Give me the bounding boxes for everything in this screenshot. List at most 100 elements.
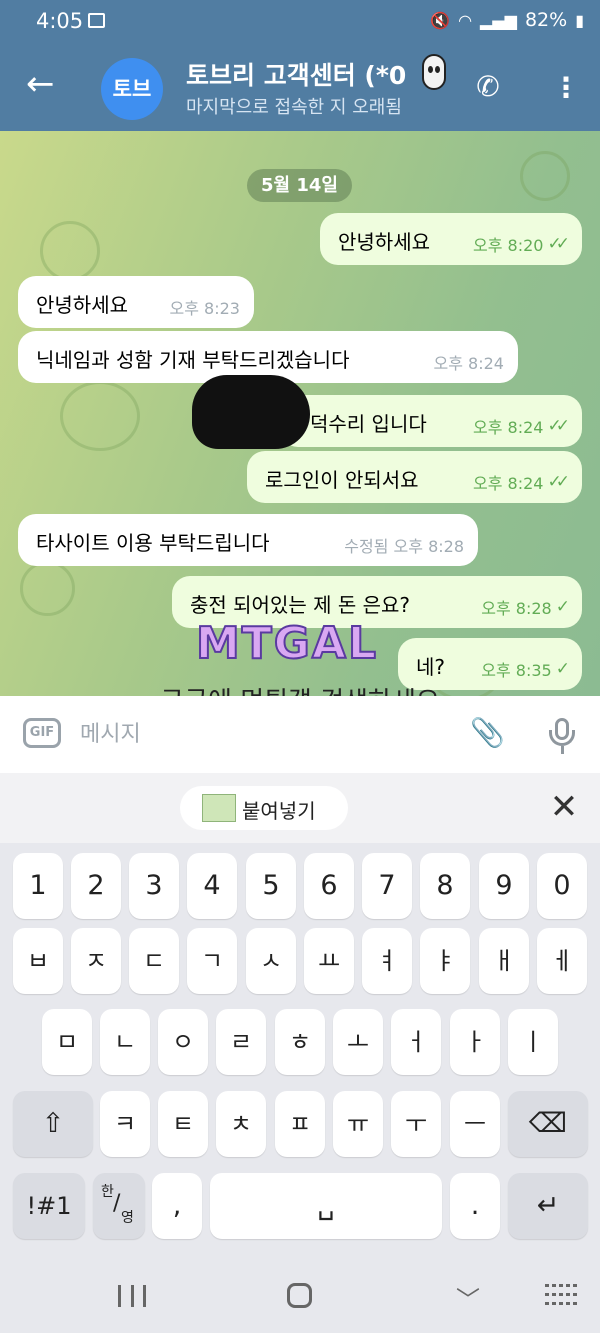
- system-navigation-bar: ﹀: [0, 1258, 600, 1333]
- message-list[interactable]: 5월 14일 안녕하세요 오후 8:20 ✓✓ 안녕하세요 오후 8:23 닉네…: [0, 131, 600, 696]
- double-check-icon: ✓✓: [547, 416, 570, 436]
- message-meta: 수정됨 오후 8:28: [344, 533, 464, 557]
- avatar[interactable]: 토브: [101, 58, 163, 120]
- message-text: 로그인이 안되서요: [265, 468, 419, 492]
- double-check-icon: ✓✓: [547, 234, 570, 254]
- keyboard-toolbar: 붙여넣기 ✕: [0, 773, 600, 843]
- key-jamo[interactable]: ㅛ: [304, 928, 354, 994]
- message-bubble-outgoing[interactable]: 로그인이 안되서요 오후 8:24 ✓✓: [247, 451, 582, 503]
- status-icons: 🔇 ◠ ▂▄▆ 82% ▮: [430, 9, 584, 31]
- key-jamo[interactable]: ㅊ: [216, 1091, 266, 1157]
- keyboard: 1 2 3 4 5 6 7 8 9 0 ㅂ ㅈ ㄷ ㄱ ㅅ ㅛ ㅕ ㅑ ㅐ ㅔ …: [0, 843, 600, 1258]
- key-jamo[interactable]: ㅓ: [391, 1009, 441, 1075]
- key-jamo[interactable]: ㅣ: [508, 1009, 558, 1075]
- close-icon[interactable]: ✕: [546, 789, 582, 825]
- key-jamo[interactable]: ㅎ: [275, 1009, 325, 1075]
- key-jamo[interactable]: ㅠ: [333, 1091, 383, 1157]
- shift-key[interactable]: ⇧: [13, 1091, 93, 1157]
- mute-icon: 🔇: [430, 10, 451, 30]
- space-bar[interactable]: ␣: [210, 1173, 442, 1239]
- recent-apps-icon[interactable]: [118, 1285, 146, 1307]
- message-time: 오후 8:24: [473, 474, 544, 493]
- gif-icon[interactable]: GIF: [23, 718, 61, 748]
- back-arrow-icon[interactable]: ←: [26, 64, 66, 104]
- symbols-key[interactable]: !#1: [13, 1173, 85, 1239]
- home-icon[interactable]: [287, 1283, 312, 1308]
- key-jamo[interactable]: ㅈ: [71, 928, 121, 994]
- message-time: 오후 8:23: [169, 299, 240, 318]
- telegram-chat-screen: 4:05 🔇 ◠ ▂▄▆ 82% ▮ ← 토브 토브리 고객센터 (*0 마지막…: [0, 0, 600, 1333]
- key-jamo[interactable]: ㅁ: [42, 1009, 92, 1075]
- key-jamo[interactable]: ㅇ: [158, 1009, 208, 1075]
- attach-paperclip-icon[interactable]: 📎: [470, 716, 505, 754]
- message-input[interactable]: [80, 716, 440, 752]
- lang-key-bottom: 영: [121, 1210, 134, 1226]
- message-time: 오후 8:35: [481, 661, 552, 680]
- key-jamo[interactable]: ㅌ: [158, 1091, 208, 1157]
- key-2[interactable]: 2: [71, 853, 121, 919]
- clipboard-thumbnail: [202, 794, 236, 822]
- hide-keyboard-chevron-icon[interactable]: ﹀: [455, 1280, 481, 1314]
- key-6[interactable]: 6: [304, 853, 354, 919]
- redaction-mark: [192, 375, 310, 449]
- chat-title[interactable]: 토브리 고객센터 (*0: [186, 56, 444, 92]
- message-meta: 오후 8:35 ✓: [481, 657, 570, 681]
- key-3[interactable]: 3: [129, 853, 179, 919]
- date-separator: 5월 14일: [247, 169, 352, 202]
- background-doodle: [60, 381, 140, 451]
- microphone-icon[interactable]: [545, 716, 579, 756]
- key-jamo[interactable]: ㅑ: [420, 928, 470, 994]
- key-jamo[interactable]: ㅕ: [362, 928, 412, 994]
- message-text: 닉네임과 성함 기재 부탁드리겠습니다: [36, 348, 350, 372]
- comma-key[interactable]: ,: [152, 1173, 202, 1239]
- watermark-logo: MTGAL: [195, 617, 379, 670]
- message-input-bar: GIF 📎: [0, 696, 600, 773]
- key-jamo[interactable]: ㅐ: [479, 928, 529, 994]
- keyboard-switch-icon[interactable]: [545, 1284, 577, 1308]
- battery-percent: 82%: [524, 9, 568, 31]
- backspace-key[interactable]: ⌫: [508, 1091, 588, 1157]
- message-bubble-outgoing[interactable]: 덕수리 입니다 오후 8:24 ✓✓: [280, 395, 582, 447]
- paste-clipboard-button[interactable]: 붙여넣기: [180, 786, 348, 830]
- key-jamo[interactable]: ㄷ: [129, 928, 179, 994]
- key-jamo[interactable]: ㅏ: [450, 1009, 500, 1075]
- more-menu-icon[interactable]: ⋮: [552, 68, 580, 108]
- key-5[interactable]: 5: [246, 853, 296, 919]
- message-bubble-incoming[interactable]: 타사이트 이용 부탁드립니다 수정됨 오후 8:28: [18, 514, 478, 566]
- key-4[interactable]: 4: [187, 853, 237, 919]
- message-bubble-outgoing[interactable]: 안녕하세요 오후 8:20 ✓✓: [320, 213, 582, 265]
- status-bar: 4:05 🔇 ◠ ▂▄▆ 82% ▮: [0, 0, 600, 44]
- message-bubble-incoming[interactable]: 안녕하세요 오후 8:23: [18, 276, 254, 328]
- message-meta: 오후 8:24: [434, 350, 504, 374]
- key-jamo[interactable]: ㄹ: [216, 1009, 266, 1075]
- key-jamo[interactable]: ㅗ: [333, 1009, 383, 1075]
- message-time: 오후 8:28: [481, 599, 552, 618]
- key-jamo[interactable]: ㅅ: [246, 928, 296, 994]
- key-9[interactable]: 9: [479, 853, 529, 919]
- key-jamo[interactable]: ㅋ: [100, 1091, 150, 1157]
- message-time: 오후 8:24: [433, 354, 504, 373]
- key-jamo[interactable]: ㅂ: [13, 928, 63, 994]
- key-jamo[interactable]: ㅔ: [537, 928, 587, 994]
- key-jamo[interactable]: ㄱ: [187, 928, 237, 994]
- wifi-icon: ◠: [458, 10, 473, 30]
- phone-call-icon[interactable]: ✆: [469, 68, 507, 106]
- key-jamo[interactable]: ㅜ: [391, 1091, 441, 1157]
- double-check-icon: ✓✓: [547, 472, 570, 492]
- message-time: 수정됨 오후 8:28: [344, 537, 464, 556]
- key-jamo[interactable]: ㅡ: [450, 1091, 500, 1157]
- gallery-notification-icon: [88, 13, 105, 28]
- key-0[interactable]: 0: [537, 853, 587, 919]
- message-meta: 오후 8:28 ✓: [481, 595, 570, 619]
- battery-icon: ▮: [575, 10, 584, 30]
- language-switch-key[interactable]: 한 / 영: [93, 1173, 145, 1239]
- key-jamo[interactable]: ㅍ: [275, 1091, 325, 1157]
- key-jamo[interactable]: ㄴ: [100, 1009, 150, 1075]
- single-check-icon: ✓: [555, 659, 570, 679]
- key-7[interactable]: 7: [362, 853, 412, 919]
- enter-key[interactable]: ↵: [508, 1173, 588, 1239]
- message-meta: 오후 8:20 ✓✓: [473, 232, 570, 256]
- key-1[interactable]: 1: [13, 853, 63, 919]
- period-key[interactable]: .: [450, 1173, 500, 1239]
- key-8[interactable]: 8: [420, 853, 470, 919]
